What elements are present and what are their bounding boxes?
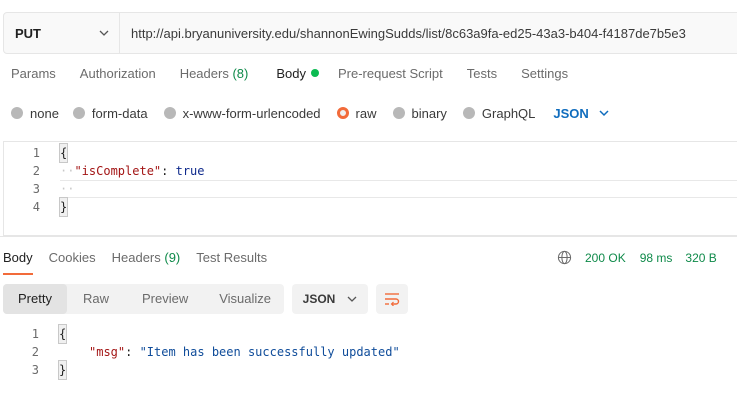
view-pretty[interactable]: Pretty [3,284,67,314]
radio-none[interactable]: none [11,106,59,121]
response-size[interactable]: 320 B [685,251,716,265]
indent-marker: ·· [60,182,75,196]
pane-divider[interactable] [0,236,737,237]
json-key: "isComplete" [74,164,162,178]
radio-graphql[interactable]: GraphQL [462,105,536,121]
url-input[interactable]: http://api.bryanuniversity.edu/shannonEw… [120,13,737,53]
status-code[interactable]: 200 OK [585,251,626,265]
tab-params[interactable]: Params [11,66,56,88]
radio-graphql-label: GraphQL [481,105,536,121]
radio-circle-icon [11,107,23,119]
radio-form-data-label: form-data [91,105,148,121]
response-body-viewer[interactable]: 1 { 2 "msg": "Item has been successfully… [3,324,703,380]
tab-body-label: Body [276,66,306,81]
line-number: 2 [31,345,39,359]
body-format-label: JSON [553,105,589,121]
code-text: { [58,143,69,163]
tab-authorization[interactable]: Authorization [80,66,156,88]
response-headers-count: (9) [164,250,181,265]
chevron-down-icon [599,110,609,117]
code-line: 4 } [4,197,737,217]
view-visualize[interactable]: Visualize [201,284,284,314]
tab-cookies[interactable]: Cookies [49,250,96,276]
response-format-select[interactable]: JSON [292,284,368,314]
tab-settings[interactable]: Settings [521,66,568,88]
code-text: ··"isComplete": true [60,162,205,180]
code-text: } [57,360,68,380]
body-format-select[interactable]: JSON [553,105,609,121]
request-tabs: Params Authorization Headers (8) Body Pr… [0,66,568,88]
radio-selected-icon [336,107,349,119]
chevron-down-icon [99,30,109,36]
code-text: } [58,197,69,217]
code-line: 1 { [4,143,737,163]
tab-response-headers[interactable]: Headers (9) [112,250,181,276]
tab-response-body[interactable]: Body [3,250,33,275]
line-number: 4 [32,200,40,214]
body-indicator-dot [310,69,319,77]
response-view-switcher: Pretty Raw Preview Visualize [3,284,285,314]
body-type-selector: none form-data x-www-form-urlencoded raw… [0,103,609,123]
open-brace: { [58,143,69,163]
radio-form-data[interactable]: form-data [72,105,148,121]
line-number: 2 [32,164,40,178]
tab-headers-label: Headers [179,66,229,81]
line-number: 3 [31,363,39,377]
wrap-lines-button[interactable] [376,284,408,314]
json-key: "msg" [89,345,126,359]
headers-count: (8) [232,66,249,81]
json-value: "Item has been successfully updated" [139,345,400,359]
globe-icon[interactable] [557,250,572,265]
wrap-lines-icon [385,293,400,306]
radio-circle-icon [392,107,405,119]
radio-raw-label: raw [355,105,377,121]
code-line: 1 { [3,324,703,344]
code-line: 2 ··"isComplete": true [4,162,737,180]
indent-marker: ·· [60,164,75,178]
json-colon: : [125,345,140,359]
request-url-bar: PUT http://api.bryanuniversity.edu/shann… [3,12,737,54]
tab-body[interactable]: Body [276,66,319,88]
response-status: 200 OK 98 ms 320 B S [557,250,737,265]
json-colon: : [161,164,176,178]
tab-headers[interactable]: Headers (8) [180,66,249,88]
line-number: 3 [32,182,40,196]
radio-circle-icon [462,107,475,119]
response-tabs: Body Cookies Headers (9) Test Results [0,250,267,276]
close-brace: } [57,360,68,380]
code-line: 3 ·· [4,180,737,198]
code-text: { [57,324,68,344]
chevron-down-icon [347,296,357,302]
tab-response-headers-label: Headers [111,250,161,265]
open-brace: { [57,324,68,344]
line-number: 1 [31,327,39,341]
tab-test-results[interactable]: Test Results [196,250,267,276]
radio-binary-label: binary [411,105,447,121]
radio-urlencoded[interactable]: x-www-form-urlencoded [163,105,321,121]
radio-binary[interactable]: binary [392,105,447,121]
code-line: 2 "msg": "Item has been successfully upd… [3,343,703,361]
method-select[interactable]: PUT [4,13,120,53]
request-body-editor[interactable]: 1 { 2 ··"isComplete": true 3 ·· 4 } [3,141,737,236]
code-line: 3 } [3,360,703,380]
radio-none-label: none [30,105,59,121]
code-text: "msg": "Item has been successfully updat… [89,343,400,361]
tab-pre-request-script[interactable]: Pre-request Script [338,66,443,88]
current-line-highlight [60,180,737,198]
view-preview[interactable]: Preview [122,284,201,314]
tab-tests[interactable]: Tests [467,66,497,88]
radio-raw[interactable]: raw [336,105,377,121]
close-brace: } [58,197,69,217]
json-value: true [175,164,205,178]
response-format-label: JSON [302,292,336,306]
line-number: 1 [32,146,40,160]
method-label: PUT [15,25,41,41]
radio-circle-icon [163,107,176,119]
radio-circle-icon [72,107,85,119]
view-raw[interactable]: Raw [67,284,122,314]
response-time[interactable]: 98 ms [640,251,673,265]
radio-urlencoded-label: x-www-form-urlencoded [182,105,321,121]
